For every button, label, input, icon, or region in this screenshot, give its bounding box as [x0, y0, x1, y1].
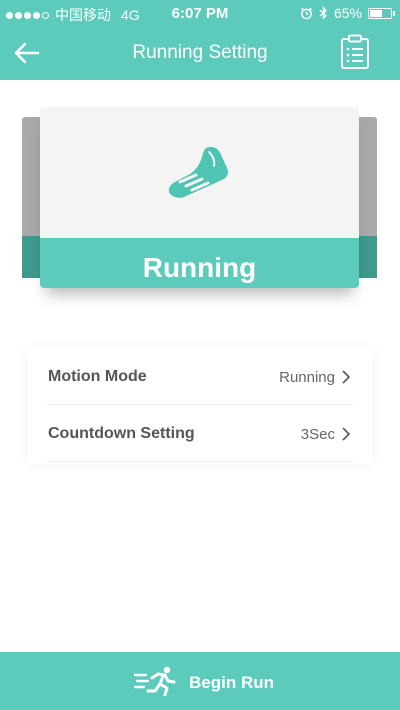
previous-mode-card[interactable]: [22, 117, 40, 278]
runner-icon: [134, 666, 176, 696]
motion-mode-value: Running: [279, 369, 335, 386]
next-mode-card[interactable]: [359, 117, 377, 278]
app-header: 中国移动 4G 6:07 PM 65% Running Setting: [0, 0, 400, 80]
chevron-right-icon: [342, 370, 351, 384]
status-bar: 中国移动 4G 6:07 PM 65%: [0, 0, 400, 26]
settings-list: Motion Mode Running Countdown Setting 3S…: [27, 348, 373, 464]
mode-carousel[interactable]: Running: [0, 80, 400, 320]
alarm-icon: [300, 7, 313, 19]
selected-mode-card[interactable]: Running: [40, 107, 359, 288]
battery-percent: 65%: [333, 5, 362, 21]
begin-run-button[interactable]: Begin Run: [0, 652, 400, 710]
countdown-setting-value: 3Sec: [300, 426, 335, 443]
battery-level: [370, 9, 383, 17]
mode-label: Running: [40, 238, 359, 288]
bluetooth-icon: [319, 6, 327, 20]
status-right: 65%: [300, 5, 395, 21]
clipboard-icon[interactable]: [340, 34, 370, 70]
countdown-setting-row[interactable]: Countdown Setting 3Sec: [47, 405, 353, 462]
chevron-right-icon: [342, 427, 351, 441]
running-shoe-icon: [168, 147, 228, 198]
battery-icon: [368, 7, 395, 19]
motion-mode-row[interactable]: Motion Mode Running: [47, 348, 353, 405]
countdown-setting-label: Countdown Setting: [48, 425, 195, 442]
motion-mode-label: Motion Mode: [48, 368, 147, 385]
begin-run-label: Begin Run: [189, 673, 274, 692]
